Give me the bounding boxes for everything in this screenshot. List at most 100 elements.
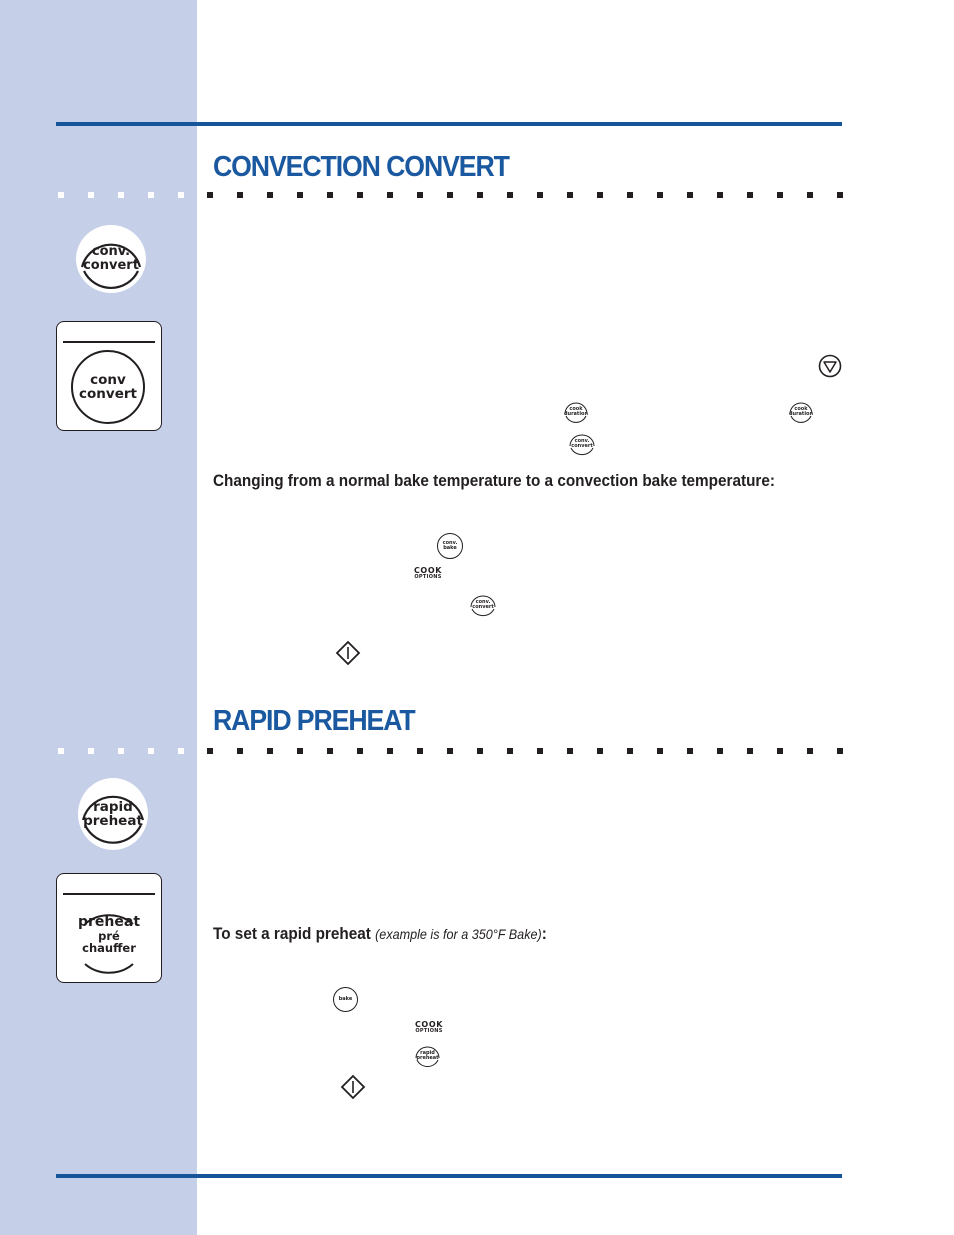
mini-label: bake <box>338 995 353 1002</box>
cook-options-label-icon: COOK OPTIONS <box>410 567 446 580</box>
divider-square <box>297 192 303 198</box>
divider-square <box>777 192 783 198</box>
divider-square <box>657 748 663 754</box>
divider-square <box>507 748 513 754</box>
panel-label-line3: chauffer <box>82 940 136 955</box>
divider-square <box>567 748 573 754</box>
conv-convert-small-key-icon: conv. convert <box>568 431 596 457</box>
divider-square <box>327 748 333 754</box>
panel-label-line2: pré <box>98 928 120 943</box>
divider-square <box>747 192 753 198</box>
options-text: OPTIONS <box>415 1028 443 1034</box>
divider-square <box>807 192 813 198</box>
divider-square <box>118 192 124 198</box>
panel-label-line1: conv <box>90 371 126 388</box>
divider-square <box>148 192 154 198</box>
divider-square <box>207 192 213 198</box>
down-arrow-key-icon <box>818 354 842 378</box>
divider-square <box>717 748 723 754</box>
key-label-line1: conv. <box>91 244 131 260</box>
divider-square <box>178 748 184 754</box>
conv-bake-key-icon: conv. bake <box>437 533 463 559</box>
divider-square <box>237 748 243 754</box>
divider-square <box>267 192 273 198</box>
section-title-convection-convert: CONVECTION CONVERT <box>213 151 510 183</box>
divider-square <box>597 192 603 198</box>
bottom-rule <box>56 1174 842 1178</box>
mini-label: convert <box>472 604 494 610</box>
divider-square <box>387 192 393 198</box>
mini-label: preheat <box>416 1055 439 1061</box>
divider-square <box>118 748 124 754</box>
mini-label: duration <box>563 411 589 417</box>
subheading-bold-text: To set a rapid preheat <box>213 924 376 943</box>
preheat-panel-icon: preheat pré chauffer <box>56 873 162 983</box>
cook-options-label-icon: COOK OPTIONS <box>411 1021 447 1034</box>
divider-square <box>447 748 453 754</box>
top-rule <box>56 122 842 126</box>
rapid-preheat-key-icon: rapid preheat <box>78 778 148 850</box>
mini-label: convert <box>571 443 593 449</box>
subheading-italic-text: (example is for a 350°F Bake) <box>375 926 542 942</box>
divider-square <box>58 192 64 198</box>
key-label-line2: preheat <box>83 813 143 829</box>
divider-square <box>477 192 483 198</box>
divider-square <box>537 748 543 754</box>
divider-square <box>357 748 363 754</box>
divider-square <box>417 748 423 754</box>
divider-square <box>58 748 64 754</box>
divider-square <box>507 192 513 198</box>
subheading-set-rapid-preheat: To set a rapid preheat (example is for a… <box>213 924 547 944</box>
dotted-divider <box>0 192 954 199</box>
panel-divider <box>63 893 155 895</box>
key-label-line2: convert <box>83 258 139 273</box>
divider-square <box>207 748 213 754</box>
divider-square <box>417 192 423 198</box>
conv-convert-key-icon: conv. convert <box>76 225 146 293</box>
divider-square <box>687 748 693 754</box>
divider-square <box>477 748 483 754</box>
divider-square <box>597 748 603 754</box>
conv-convert-panel-icon: conv convert <box>56 321 162 431</box>
start-key-icon <box>335 640 361 666</box>
divider-square <box>837 192 843 198</box>
divider-square <box>357 192 363 198</box>
divider-square <box>747 748 753 754</box>
divider-square <box>807 748 813 754</box>
divider-square <box>777 748 783 754</box>
section-title-rapid-preheat: RAPID PREHEAT <box>213 705 416 737</box>
divider-square <box>837 748 843 754</box>
divider-square <box>537 192 543 198</box>
start-key-icon <box>340 1074 366 1100</box>
divider-square <box>88 192 94 198</box>
mini-label: bake <box>443 545 457 551</box>
divider-square <box>627 748 633 754</box>
divider-square <box>267 748 273 754</box>
divider-square <box>88 748 94 754</box>
bake-key-icon: bake <box>333 987 358 1012</box>
panel-divider <box>63 341 155 343</box>
divider-square <box>297 748 303 754</box>
panel-label-line2: convert <box>79 386 137 402</box>
rapid-preheat-small-key-icon: rapid preheat <box>414 1043 441 1069</box>
conv-convert-key-icon-small: conv. convert <box>469 592 497 618</box>
divider-square <box>717 192 723 198</box>
cook-duration-key-icon: cook duration <box>563 399 589 425</box>
dotted-divider <box>0 748 954 755</box>
divider-square <box>148 748 154 754</box>
mini-label: duration <box>788 411 814 417</box>
options-text: OPTIONS <box>414 574 442 580</box>
panel-button-ring: conv convert <box>71 350 145 424</box>
divider-square <box>237 192 243 198</box>
key-label-line1: rapid <box>93 798 133 815</box>
divider-square <box>447 192 453 198</box>
divider-square <box>567 192 573 198</box>
divider-square <box>178 192 184 198</box>
divider-square <box>387 748 393 754</box>
divider-square <box>687 192 693 198</box>
divider-square <box>627 192 633 198</box>
divider-square <box>657 192 663 198</box>
cook-duration-key-icon: cook duration <box>788 399 814 425</box>
page-sidebar <box>0 0 197 1235</box>
divider-square <box>327 192 333 198</box>
